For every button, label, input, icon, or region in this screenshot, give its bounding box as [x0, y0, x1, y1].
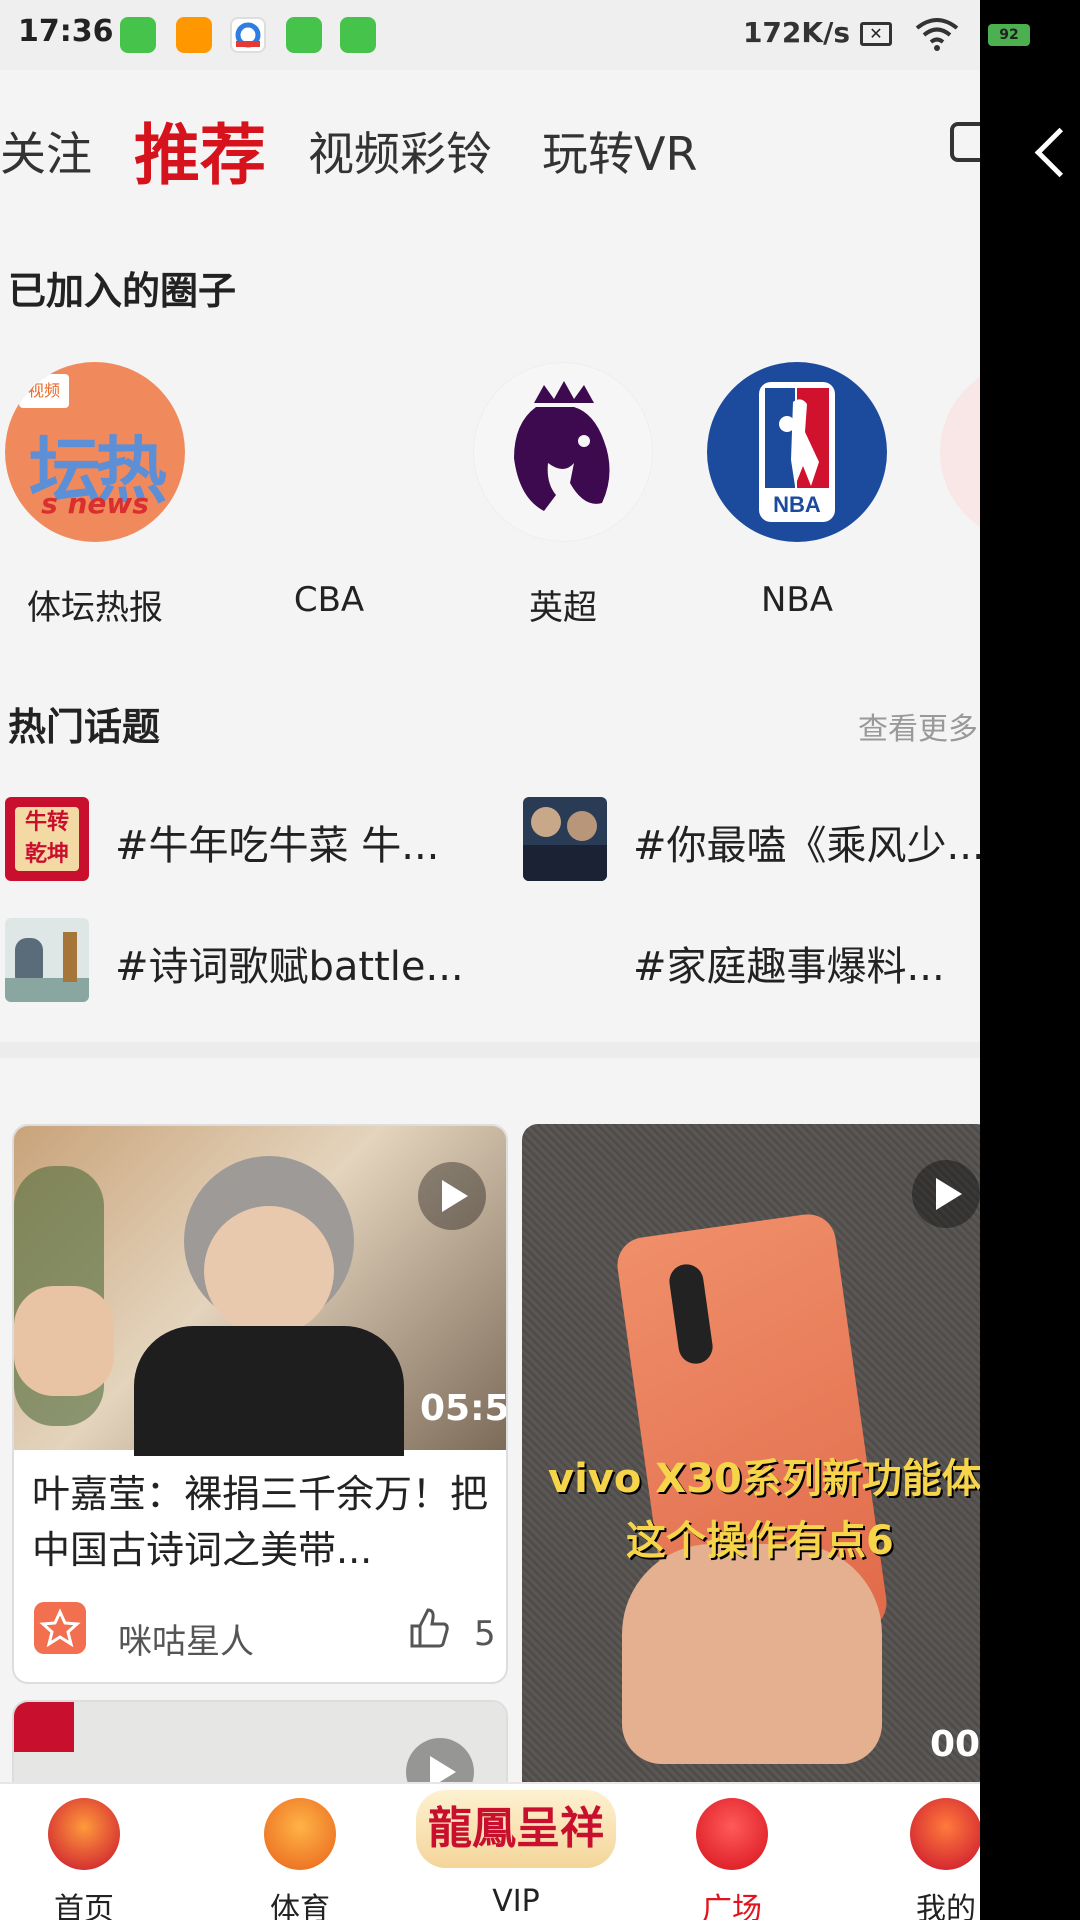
- profile-ox-icon: [910, 1798, 980, 1870]
- back-icon[interactable]: [1030, 125, 1080, 185]
- joined-circles-title: 已加入的圈子: [8, 269, 237, 313]
- play-icon: [912, 1160, 980, 1228]
- circle-item[interactable]: CBA: [239, 362, 419, 620]
- video-duration: 05:53: [420, 1388, 508, 1429]
- circle-item[interactable]: 英超: [473, 362, 653, 629]
- topic-thumbnail: [523, 797, 607, 881]
- status-bar: 17:36 172K/s ✕: [0, 0, 980, 70]
- home-lantern-icon: [48, 1798, 120, 1870]
- topic-item[interactable]: #你最嗑《乘风少...: [523, 797, 980, 887]
- play-icon: [418, 1162, 486, 1230]
- wifi-icon: [915, 18, 959, 51]
- svg-text:NBA: NBA: [773, 492, 821, 517]
- topic-text: #家庭趣事爆料...: [633, 944, 945, 990]
- tab-vr[interactable]: 玩转VR: [542, 118, 697, 184]
- video-duration: 00:2: [930, 1724, 980, 1765]
- nav-profile[interactable]: 我的: [866, 1784, 980, 1920]
- browser-app-icon: [230, 17, 266, 53]
- author-avatar: [34, 1602, 86, 1654]
- nba-logo: NBA: [707, 362, 887, 542]
- topic-item[interactable]: #诗词歌赋battle...: [5, 918, 505, 1008]
- circle-label: 英超: [529, 588, 597, 628]
- battery-icon: 92: [988, 24, 1030, 46]
- video-card[interactable]: 05:53 叶嘉莹：裸捐三千余万！把中国古诗词之美带... 咪咕星人 5: [12, 1124, 508, 1684]
- tab-recommend[interactable]: 推荐: [134, 102, 266, 198]
- video-card[interactable]: vivo X30系列新功能体验 这个操作有点6 00:2: [522, 1124, 980, 1804]
- topic-text: #诗词歌赋battle...: [115, 944, 464, 990]
- topic-text: #你最嗑《乘风少...: [633, 823, 980, 869]
- circle-label: CBA: [293, 580, 365, 620]
- status-time: 17:36: [18, 14, 114, 49]
- video-overlay-line2: 这个操作有点6: [626, 1518, 894, 1564]
- nav-home[interactable]: 首页: [4, 1784, 164, 1920]
- app-screen: 17:36 172K/s ✕ 关注 推荐 视频彩铃 玩转VR 已加入的圈子 视频…: [0, 0, 980, 1920]
- green-app-icon: [286, 17, 322, 53]
- hot-topics-title: 热门话题: [8, 705, 161, 749]
- circle-avatar: [239, 362, 419, 542]
- sports-koi-icon: [264, 1798, 336, 1870]
- nav-plaza[interactable]: 广场: [652, 1784, 812, 1920]
- like-count: 5: [474, 1614, 496, 1654]
- topic-text: #牛年吃牛菜 牛...: [115, 823, 440, 869]
- side-overlay: [980, 0, 1080, 1920]
- circle-avatar: 视频 坛热 s news: [5, 362, 185, 542]
- circle-label: 体坛热报: [27, 588, 163, 628]
- circle-item-partial[interactable]: [940, 362, 980, 542]
- vip-dragon-phoenix-icon: 龍鳳呈祥: [416, 1790, 616, 1868]
- nav-label: VIP: [492, 1884, 540, 1919]
- tab-follow[interactable]: 关注: [0, 118, 92, 184]
- nav-vip[interactable]: 龍鳳呈祥 VIP: [416, 1784, 616, 1920]
- circle-item[interactable]: NBA NBA: [707, 362, 887, 620]
- video-badge: 视频: [19, 374, 69, 408]
- top-tabs: 关注 推荐 视频彩铃 玩转VR: [0, 100, 980, 200]
- nav-label: 体育: [270, 1892, 330, 1920]
- circle-label: NBA: [760, 580, 834, 620]
- circle-item[interactable]: 视频 坛热 s news 体坛热报: [5, 362, 185, 629]
- video-overlay-line1: vivo X30系列新功能体验: [548, 1456, 980, 1502]
- orange-app-icon: [176, 17, 212, 53]
- topic-thumbnail: [5, 918, 89, 1002]
- net-speed: 172K/s: [742, 16, 850, 49]
- no-sim-icon: ✕: [860, 22, 892, 46]
- section-divider: [0, 1042, 980, 1058]
- bottom-nav: 首页 体育 龍鳳呈祥 VIP 广场 我的: [0, 1782, 980, 1920]
- plaza-balloon-icon: [696, 1798, 768, 1870]
- topic-item[interactable]: 牛转 乾坤 #牛年吃牛菜 牛...: [5, 797, 505, 887]
- green-app-icon: [340, 17, 376, 53]
- view-more-link[interactable]: 查看更多: [858, 704, 978, 748]
- like-icon[interactable]: [406, 1606, 450, 1650]
- green-app-icon: [120, 17, 156, 53]
- topic-thumbnail: 牛转 乾坤: [5, 797, 89, 881]
- card-title: 叶嘉莹：裸捐三千余万！把中国古诗词之美带...: [32, 1472, 489, 1572]
- nav-label: 首页: [54, 1892, 114, 1920]
- tab-video-ringtone[interactable]: 视频彩铃: [308, 118, 492, 184]
- nav-label: 广场: [702, 1892, 762, 1920]
- nav-sports[interactable]: 体育: [220, 1784, 380, 1920]
- card-author: 咪咕星人: [118, 1622, 254, 1662]
- premier-league-logo: [473, 362, 653, 542]
- topic-item[interactable]: #家庭趣事爆料...: [523, 918, 980, 1008]
- nav-label: 我的: [916, 1892, 976, 1920]
- message-icon[interactable]: [950, 122, 980, 162]
